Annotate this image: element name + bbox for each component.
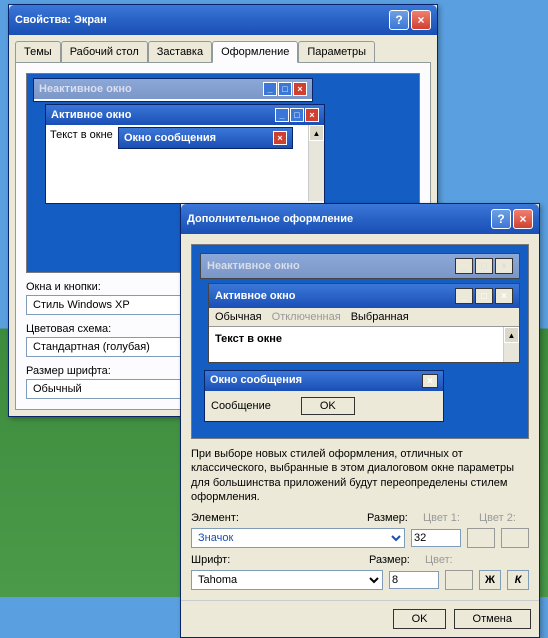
tabs-row: Темы Рабочий стол Заставка Оформление Па… <box>9 35 437 62</box>
adv-window-text: Текст в окне <box>215 333 282 345</box>
cancel-button[interactable]: Отмена <box>454 609 531 629</box>
font-color-label: Цвет: <box>425 554 475 566</box>
adv-msg-title: Окно сообщения <box>210 374 302 388</box>
advanced-dialog-title: Дополнительное оформление <box>187 213 353 225</box>
adv-message-window: Окно сообщения × Сообщение OK <box>204 370 444 422</box>
close-button[interactable]: × <box>411 10 431 30</box>
adv-active-title: Активное окно <box>215 290 296 302</box>
adv-menu-bar: Обычная Отключенная Выбранная <box>209 308 519 326</box>
minimize-icon: _ <box>455 258 473 274</box>
preview-scrollbar: ▲ <box>308 125 324 201</box>
color1-label: Цвет 1: <box>423 512 473 524</box>
close-icon: × <box>495 258 513 274</box>
dialog-title: Свойства: Экран <box>15 14 107 26</box>
display-properties-titlebar[interactable]: Свойства: Экран ? × <box>9 5 437 35</box>
element-size-input[interactable] <box>411 529 461 547</box>
help-button[interactable]: ? <box>389 10 409 30</box>
adv-msg-ok-button[interactable]: OK <box>301 397 355 415</box>
advanced-note: При выборе новых стилей оформления, отли… <box>191 447 529 504</box>
font-size2-label: Размер: <box>369 554 419 566</box>
active-window-controls: _□× <box>275 108 319 122</box>
color1-button[interactable] <box>467 528 495 548</box>
ok-button[interactable]: OK <box>393 609 447 629</box>
minimize-icon: _ <box>455 288 473 304</box>
window-text-sample: Текст в окне <box>50 129 113 141</box>
windows-buttons-select[interactable]: Стиль Windows XP <box>26 295 206 315</box>
inactive-window-controls: _□× <box>263 82 307 96</box>
font-size-select[interactable]: Обычный <box>26 379 206 399</box>
italic-button[interactable]: К <box>507 570 529 590</box>
close-icon: × <box>495 288 513 304</box>
message-box-title: Окно сообщения <box>124 132 216 144</box>
adv-msg-text: Сообщение <box>211 400 271 412</box>
tab-appearance[interactable]: Оформление <box>212 41 298 63</box>
maximize-icon: □ <box>475 258 493 274</box>
advanced-footer: OK Отмена <box>181 600 539 637</box>
menu-disabled: Отключенная <box>272 311 341 323</box>
color-scheme-select[interactable]: Стандартная (голубая) <box>26 337 206 357</box>
color2-label: Цвет 2: <box>479 512 529 524</box>
advanced-help-button[interactable]: ? <box>491 209 511 229</box>
tab-screensaver[interactable]: Заставка <box>148 41 212 62</box>
menu-selected: Выбранная <box>351 311 409 323</box>
element-select[interactable]: Значок <box>191 528 405 548</box>
bold-button[interactable]: Ж <box>479 570 501 590</box>
inactive-window-title: Неактивное окно <box>39 83 132 95</box>
element-label: Элемент: <box>191 512 241 524</box>
font-select[interactable]: Tahoma <box>191 570 383 590</box>
size-label: Размер: <box>367 512 417 524</box>
font-color-button[interactable] <box>445 570 473 590</box>
advanced-close-button[interactable]: × <box>513 209 533 229</box>
color2-button[interactable] <box>501 528 529 548</box>
advanced-appearance-window: Дополнительное оформление ? × Неактивное… <box>180 203 540 638</box>
font-label: Шрифт: <box>191 554 241 566</box>
tab-settings[interactable]: Параметры <box>298 41 375 62</box>
tab-desktop[interactable]: Рабочий стол <box>61 41 148 62</box>
adv-scrollbar: ▲ <box>503 327 519 362</box>
menu-normal: Обычная <box>215 311 262 323</box>
adv-inactive-title: Неактивное окно <box>207 260 300 272</box>
advanced-titlebar[interactable]: Дополнительное оформление ? × <box>181 204 539 234</box>
font-size-input[interactable] <box>389 571 439 589</box>
advanced-preview: Неактивное окно _□× Активное окно _□× Об… <box>191 244 529 439</box>
tab-themes[interactable]: Темы <box>15 41 61 62</box>
active-window-title: Активное окно <box>51 109 132 121</box>
preview-inactive-window: Неактивное окно _□× <box>33 78 313 102</box>
preview-active-window: Активное окно _□× Текст в окне Окно сооб… <box>45 104 325 204</box>
msg-close-icon: × <box>422 374 438 388</box>
maximize-icon: □ <box>475 288 493 304</box>
